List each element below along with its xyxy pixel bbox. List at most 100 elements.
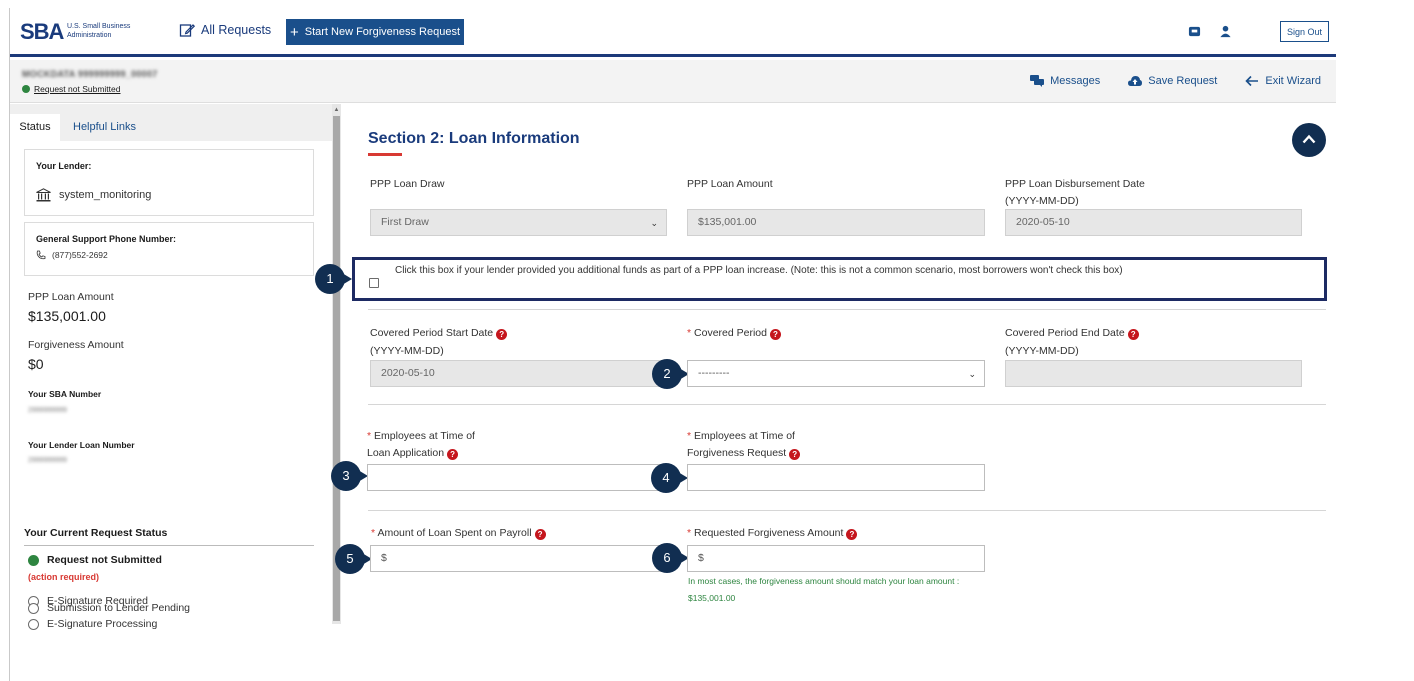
divider [368,510,1326,511]
employees-application-input[interactable] [367,464,667,491]
loan-amount-value: $135,001.00 [28,308,106,324]
help-icon[interactable]: ? [846,529,858,540]
sign-out-button[interactable]: Sign Out [1280,21,1329,42]
forgiveness-hint-line2: $135,001.00 [688,593,736,603]
ppp-loan-draw-label: PPP Loan Draw [370,178,445,190]
employees-forgiveness-label-line1: * Employees at Time of [687,430,795,442]
request-status-text: Request not Submitted [34,84,121,94]
covered-end-field [1005,360,1302,387]
help-icon[interactable]: ? [1127,329,1139,340]
callout-badge-6: 6 [652,543,689,573]
requested-forgiveness-input[interactable]: $ [687,545,985,572]
section-title: Section 2: Loan Information [368,130,580,147]
phone-row: (877)552-2692 [36,250,108,260]
bank-icon [36,188,51,202]
help-icon[interactable]: ? [496,329,508,340]
divider [368,309,1326,310]
ppp-loan-draw-select[interactable]: First Draw ⌄ [370,209,667,236]
support-phone-number[interactable]: (877)552-2692 [52,250,108,260]
action-required-note: (action required) [28,572,100,582]
messages-label: Messages [1050,75,1101,87]
forgiveness-amount-label: Forgiveness Amount [28,339,124,351]
help-icon[interactable]: ? [789,449,801,460]
divider [368,404,1326,405]
tab-status[interactable]: Status [10,114,60,141]
status-step-label: Submission to Lender Pending [47,602,191,614]
chevron-up-icon [1302,134,1316,144]
disbursement-date-label: PPP Loan Disbursement Date [1005,178,1145,190]
callout-badge-3: 3 [331,461,368,491]
subheader-actions: Messages Save Request Exit Wizard [1030,75,1321,87]
tab-helpful-links[interactable]: Helpful Links [73,114,136,141]
loan-increase-highlight: Click this box if your lender provided y… [352,257,1327,301]
status-step-label: E-Signature Processing [47,618,158,630]
status-dot-icon [22,85,30,93]
save-request-label: Save Request [1148,75,1218,87]
covered-start-format: (YYYY-MM-DD) [370,345,444,357]
covered-end-format: (YYYY-MM-DD) [1005,345,1079,357]
exit-wizard-link[interactable]: Exit Wizard [1245,75,1321,87]
inbox-icon[interactable] [1188,25,1201,38]
chevron-down-icon: ⌄ [650,218,658,228]
callout-badge-1: 1 [315,264,352,294]
request-status-link[interactable]: Request not Submitted [22,84,120,94]
save-request-link[interactable]: Save Request [1128,75,1217,87]
scroll-up-arrow-icon[interactable]: ▲ [333,106,340,114]
current-status-heading: Your Current Request Status [24,527,314,546]
messages-link[interactable]: Messages [1030,75,1100,87]
edit-document-icon [179,24,195,37]
user-icon[interactable] [1219,25,1232,38]
lender-card: Your Lender: system_monitoring [24,149,314,216]
status-step-esignature-processing: E-Signature Processing [28,618,157,630]
help-icon[interactable]: ? [769,329,781,340]
lender-loan-number-value: 2999999999 [28,457,67,464]
chevron-down-icon: ⌄ [968,369,976,379]
covered-start-field: 2020-05-10 [370,360,667,387]
all-requests-link[interactable]: All Requests [179,21,271,39]
start-new-request-label: Start New Forgiveness Request [304,26,461,38]
payroll-amount-input[interactable]: $ [370,545,667,572]
sidebar-tabs: Status Helpful Links [10,104,332,141]
covered-period-select[interactable]: --------- ⌄ [687,360,985,387]
status-step-not-submitted: Request not Submitted [28,554,162,566]
collapse-section-button[interactable] [1292,123,1326,157]
disbursement-date-format: (YYYY-MM-DD) [1005,195,1079,207]
status-step-submission-pending: Submission to Lender Pending [28,602,190,614]
requested-forgiveness-label: * Requested Forgiveness Amount? [687,525,858,542]
loan-increase-text: Click this box if your lender provided y… [395,265,1123,276]
employees-forgiveness-input[interactable] [687,464,985,491]
sba-number-label: Your SBA Number [28,389,102,399]
sidebar-scrollbar[interactable]: ▲ [332,104,341,624]
ppp-loan-amount-field: $135,001.00 [687,209,985,236]
status-pending-icon [28,618,39,630]
loan-amount-label: PPP Loan Amount [28,291,114,303]
loan-increase-checkbox[interactable] [369,278,379,288]
top-navigation-bar: SBA U.S. Small Business Administration A… [10,8,1336,57]
request-subheader: MOCKDATA 999999999_00007 Request not Sub… [10,60,1336,103]
status-active-icon [28,554,39,566]
phone-icon [36,250,46,260]
employees-application-label-line2: Loan Application? [367,445,459,462]
status-panel: Your Lender: system_monitoring General S… [10,141,332,630]
all-requests-label: All Requests [201,23,272,37]
top-icons [1188,25,1232,38]
sba-logo-subtitle: U.S. Small Business Administration [67,23,131,39]
covered-period-label: * Covered Period? [687,325,781,342]
start-new-request-button[interactable]: + Start New Forgiveness Request [286,19,464,45]
loan-information-section: Section 2: Loan Information PPP Loan Dra… [315,104,1336,624]
lender-loan-number-label: Your Lender Loan Number [28,440,135,450]
help-icon[interactable]: ? [534,529,546,540]
covered-end-label: Covered Period End Date? [1005,325,1139,342]
lender-name: system_monitoring [59,189,152,201]
section-title-underline [368,153,402,156]
callout-badge-2: 2 [652,359,689,389]
callout-badge-4: 4 [651,463,688,493]
ppp-loan-amount-label: PPP Loan Amount [687,178,773,190]
disbursement-date-field: 2020-05-10 [1005,209,1302,236]
status-pending-icon [28,602,39,614]
covered-period-value: --------- [698,367,730,379]
lender-heading: Your Lender: [36,161,92,171]
help-icon[interactable]: ? [447,449,459,460]
scroll-thumb[interactable] [333,116,340,621]
sba-logo[interactable]: SBA [20,19,64,45]
